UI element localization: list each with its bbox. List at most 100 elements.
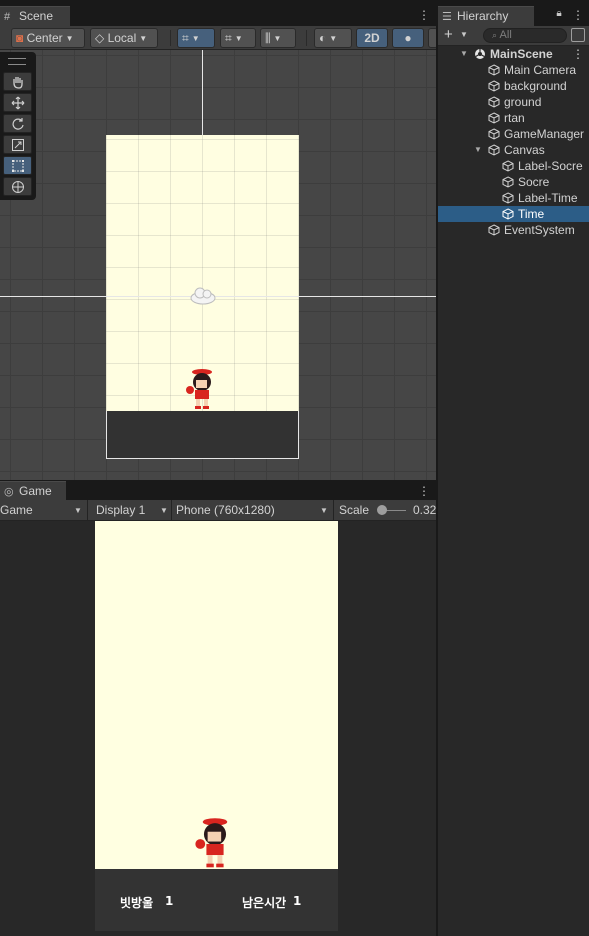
grid-visibility-icon: ⌗ — [225, 31, 232, 45]
toolbar-separator — [170, 30, 171, 46]
chevron-down-icon: ▼ — [65, 34, 74, 43]
hand-tool-icon — [12, 76, 23, 89]
scale-value: 0.32 — [413, 503, 437, 517]
drag-handle-icon[interactable] — [8, 58, 26, 65]
toggle-2d-button[interactable]: 2D — [356, 28, 388, 48]
scale-label: Scale — [339, 503, 370, 517]
rotate-tool-icon — [11, 117, 24, 130]
unity-scene-icon — [475, 49, 485, 59]
chevron-down-icon: ▼ — [234, 34, 243, 43]
grid-snap-button[interactable]: ⌗ ▼ — [177, 28, 215, 48]
chevron-down-icon[interactable]: ▼ — [460, 30, 468, 39]
time-value: 1 — [293, 894, 302, 908]
hierarchy-item-label: rtan — [504, 111, 525, 125]
game-toolbar: Game ▼ Display 1 ▼ Phone (760x1280) ▼ Sc… — [0, 500, 436, 521]
game-panel: ◎ Game ⋮ Game ▼ Display 1 ▼ Phone (760x12… — [0, 480, 436, 936]
increment-snap-button[interactable]: ⫼ ▼ — [260, 28, 296, 48]
hierarchy-item[interactable]: ▼ Canvas — [438, 142, 589, 158]
game-viewport[interactable]: 빗방울 1 남은시간 1 — [0, 521, 436, 936]
hierarchy-item[interactable]: Label-Socre — [438, 158, 589, 174]
chevron-down-icon: ▼ — [191, 34, 200, 43]
chevron-down-icon: ▼ — [160, 506, 168, 515]
hierarchy-item[interactable]: Time — [438, 206, 589, 222]
gamepad-icon: ◎ — [4, 486, 14, 498]
pivot-dropdown[interactable]: ◙ Center ▼ — [11, 28, 85, 48]
hierarchy-item-label: Socre — [518, 175, 550, 189]
search-placeholder: All — [499, 29, 512, 41]
camera-gizmo-icon[interactable] — [188, 286, 218, 306]
space-label: Local — [107, 31, 137, 45]
scene-viewport[interactable] — [0, 50, 436, 480]
scene-horizontal-axis — [0, 296, 436, 297]
expand-arrow-icon[interactable]: ▼ — [460, 46, 468, 62]
hierarchy-item[interactable]: Label-Time — [438, 190, 589, 206]
hierarchy-more-icon[interactable]: ⋮ — [572, 8, 584, 22]
gameobject-cube-icon — [502, 176, 514, 188]
rtan-character-sprite[interactable] — [184, 368, 220, 412]
resolution-dropdown[interactable]: Phone (760x1280) ▼ — [176, 500, 332, 521]
game-tab-label: Game — [19, 484, 52, 498]
gameobject-cube-icon — [488, 224, 500, 236]
hierarchy-tab-label: Hierarchy — [457, 9, 509, 23]
game-more-icon[interactable]: ⋮ — [418, 484, 430, 498]
hierarchy-item[interactable]: EventSystem — [438, 222, 589, 238]
chevron-down-icon: ▼ — [320, 506, 328, 515]
tab-game[interactable]: ◎ Game — [0, 481, 66, 500]
tab-hierarchy[interactable]: ☰ Hierarchy — [438, 6, 534, 26]
hierarchy-panel: ☰ Hierarchy 🔒︎ ⋮ + ▼ ⌕ All ▼ MainScene ⋮ Mai… — [438, 0, 589, 936]
lock-icon[interactable]: 🔒︎ — [554, 8, 564, 19]
chevron-down-icon: ▼ — [329, 34, 338, 43]
rect-tool-icon — [11, 159, 24, 172]
hierarchy-item-label: EventSystem — [504, 223, 575, 237]
space-dropdown[interactable]: ◇ Local ▼ — [90, 28, 158, 48]
lighting-toggle-button[interactable]: ● — [392, 28, 424, 48]
scene-options-icon[interactable]: ⋮ — [572, 46, 584, 62]
hierarchy-item[interactable]: rtan — [438, 110, 589, 126]
view-mode-label: Game — [0, 503, 33, 517]
scale-tool-icon — [11, 138, 24, 151]
search-by-type-icon[interactable] — [571, 28, 585, 42]
search-icon: ⌕ — [492, 30, 500, 40]
transform-tool-button[interactable] — [3, 177, 32, 196]
gameobject-cube-icon — [488, 64, 500, 76]
gameobject-cube-icon — [502, 160, 514, 172]
add-icon[interactable]: + — [444, 26, 453, 43]
hierarchy-item[interactable]: Main Camera — [438, 62, 589, 78]
rtan-character-sprite — [195, 818, 228, 868]
hand-tool-button[interactable] — [3, 72, 32, 91]
rotate-tool-button[interactable] — [3, 114, 32, 133]
draw-mode-button[interactable]: ◐ ▼ — [314, 28, 352, 48]
chevron-down-icon: ▼ — [273, 34, 282, 43]
shading-sphere-icon: ◐ — [319, 31, 327, 45]
move-tool-icon — [11, 96, 24, 109]
hierarchy-item-label: ground — [504, 95, 542, 109]
scene-more-icon[interactable]: ⋮ — [418, 8, 430, 22]
gameobject-cube-icon — [502, 192, 514, 204]
display-dropdown[interactable]: Display 1 ▼ — [96, 500, 170, 521]
snap-increment-icon: ⫼ — [265, 31, 271, 45]
rect-tool-button[interactable] — [3, 156, 32, 175]
expand-arrow-icon[interactable]: ▼ — [474, 142, 482, 158]
hierarchy-item-label: Time — [518, 207, 545, 221]
hierarchy-item-label: Label-Socre — [518, 159, 583, 173]
hierarchy-item[interactable]: background — [438, 78, 589, 94]
scene-ground-sprite — [106, 411, 299, 459]
grid-icon: # — [4, 11, 11, 23]
move-tool-button[interactable] — [3, 93, 32, 112]
view-mode-dropdown[interactable]: Game ▼ — [0, 500, 86, 521]
chevron-down-icon: ▼ — [139, 34, 148, 43]
pivot-center-icon: ◙ — [16, 31, 24, 45]
hierarchy-item[interactable]: ground — [438, 94, 589, 110]
tab-scene[interactable]: # Scene — [0, 6, 70, 26]
hierarchy-search-input[interactable]: ⌕ All — [483, 28, 567, 43]
grid-visibility-button[interactable]: ⌗ ▼ — [220, 28, 256, 48]
hierarchy-item[interactable]: Socre — [438, 174, 589, 190]
list-icon: ☰ — [442, 11, 452, 23]
hierarchy-tabbar: ☰ Hierarchy 🔒︎ ⋮ — [438, 0, 589, 26]
scale-tool-button[interactable] — [3, 135, 32, 154]
gameobject-cube-icon — [488, 96, 500, 108]
pivot-label: Center — [26, 31, 63, 45]
hierarchy-item[interactable]: GameManager — [438, 126, 589, 142]
scale-slider-thumb[interactable] — [377, 505, 387, 515]
hierarchy-scene-row[interactable]: ▼ MainScene ⋮ — [438, 46, 589, 62]
